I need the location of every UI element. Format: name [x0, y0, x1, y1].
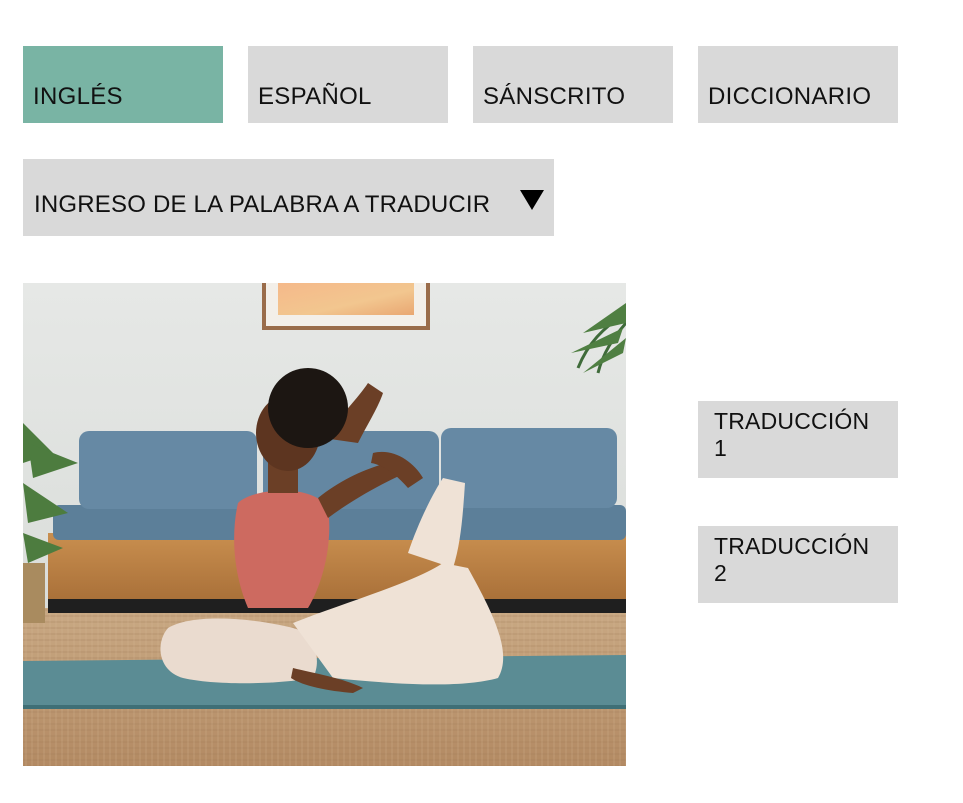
tab-diccionario[interactable]: DICCIONARIO	[698, 46, 898, 123]
translation-1-box: TRADUCCIÓN 1	[698, 401, 898, 478]
tab-espanol[interactable]: ESPAÑOL	[248, 46, 448, 123]
translation-2-label: TRADUCCIÓN 2	[714, 533, 870, 586]
tab-label: DICCIONARIO	[708, 83, 872, 110]
tab-label: ESPAÑOL	[258, 83, 372, 110]
translation-2-box: TRADUCCIÓN 2	[698, 526, 898, 603]
tab-label: INGLÉS	[33, 83, 123, 110]
tab-ingles[interactable]: INGLÉS	[23, 46, 223, 123]
word-input-label: INGRESO DE LA PALABRA A TRADUCIR	[34, 191, 491, 218]
caret-down-icon[interactable]	[520, 190, 544, 210]
word-input-dropdown[interactable]: INGRESO DE LA PALABRA A TRADUCIR	[23, 159, 554, 236]
tab-sanscrito[interactable]: SÁNSCRITO	[473, 46, 673, 123]
translation-1-label: TRADUCCIÓN 1	[714, 408, 870, 461]
yoga-photo	[23, 283, 626, 766]
tab-label: SÁNSCRITO	[483, 83, 626, 110]
